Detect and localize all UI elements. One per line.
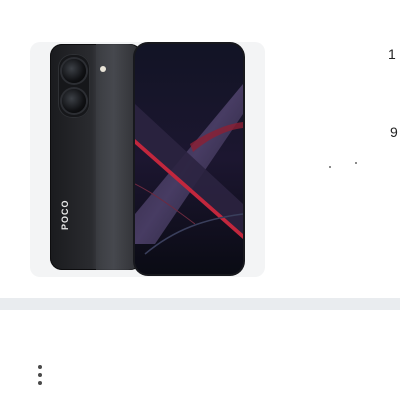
partial-text: 1 [388,46,396,62]
product-card: POCO [0,0,400,298]
section-divider [0,298,400,310]
phone-screen-image [135,44,243,274]
decorative-dot [355,162,357,164]
camera-lens-icon [62,89,86,113]
camera-lens-icon [62,59,86,83]
partial-text: 9 [390,124,398,140]
camera-module-icon [58,54,90,118]
phone-back-image: POCO [50,44,142,270]
flash-icon [100,66,106,72]
decorative-dot [329,166,331,168]
phone-back-stripe [96,44,140,270]
brand-logo: POCO [60,199,70,230]
more-vertical-icon[interactable] [32,361,48,389]
wallpaper-graphic [135,44,243,274]
